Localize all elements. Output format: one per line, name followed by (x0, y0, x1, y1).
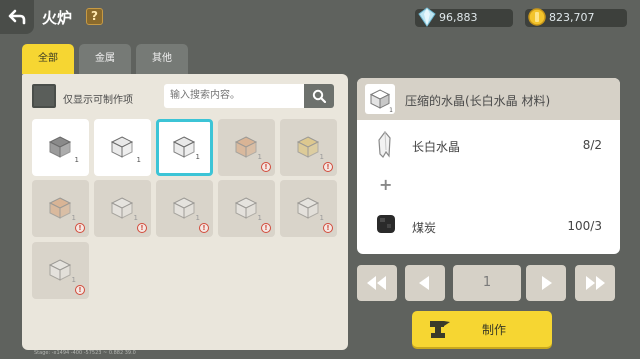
ingredient-name: 长白水晶 (412, 140, 461, 154)
item-slot[interactable]: 1 (94, 119, 151, 176)
item-count: 1 (74, 156, 79, 164)
coal-icon (377, 215, 395, 233)
item-count: 1 (257, 153, 262, 161)
item-block-icon (296, 197, 320, 219)
item-slot[interactable]: 1 (32, 119, 89, 176)
craft-button[interactable]: 制作 (412, 311, 552, 347)
recipe-result-count: 1 (389, 107, 393, 114)
item-slot[interactable]: 1! (218, 119, 275, 176)
item-block-icon (110, 197, 134, 219)
craftable-only-label: 仅显示可制作项 (63, 95, 133, 106)
page-number: 1 (453, 265, 521, 301)
double-left-arrow-icon (367, 276, 386, 290)
item-count: 1 (319, 214, 324, 222)
item-count: 1 (195, 214, 200, 222)
warning-icon: ! (137, 223, 147, 233)
top-bar: 火炉 ? 96,883 823,707 (0, 0, 640, 36)
item-count: 1 (136, 156, 141, 164)
item-block-icon (110, 136, 134, 158)
tab-other[interactable]: 其他 (136, 44, 188, 74)
warning-icon: ! (75, 223, 85, 233)
white-crystal-icon (378, 131, 391, 158)
left-arrow-icon (419, 276, 429, 290)
gold-amount: 823,707 (549, 11, 595, 24)
item-slot[interactable]: 1! (32, 242, 89, 299)
diamond-amount: 96,883 (439, 11, 478, 24)
item-count: 1 (319, 153, 324, 161)
item-count: 1 (71, 214, 76, 222)
prev-page-button[interactable] (405, 265, 445, 301)
diamond-counter: 96,883 (415, 7, 513, 27)
item-slot[interactable]: 1 (156, 119, 213, 176)
item-block-icon (296, 136, 320, 158)
warning-icon: ! (75, 285, 85, 295)
item-block-icon (172, 136, 196, 158)
item-slot[interactable]: 1! (218, 180, 275, 237)
ingredient-row: 煤炭 100/3 (357, 209, 620, 243)
item-slot[interactable]: 1! (280, 180, 337, 237)
ingredient-row: 长白水晶 8/2 (357, 128, 620, 162)
warning-icon: ! (323, 162, 333, 172)
last-page-button[interactable] (575, 265, 615, 301)
warning-icon: ! (199, 223, 209, 233)
item-slot[interactable]: 1! (94, 180, 151, 237)
stage-debug-text: Stage: -x1494 -400 -57523 ~ 0.882 39.0 (34, 350, 136, 356)
right-arrow-icon (542, 276, 552, 290)
ingredient-count: 100/3 (567, 219, 602, 233)
warning-icon: ! (323, 223, 333, 233)
item-slot[interactable]: 1! (280, 119, 337, 176)
page-title: 火炉 (42, 9, 73, 27)
ingredient-name: 煤炭 (412, 221, 437, 235)
first-page-button[interactable] (357, 265, 397, 301)
item-block-icon (48, 259, 72, 281)
plus-sign: + (379, 175, 393, 194)
item-count: 1 (71, 276, 76, 284)
item-count: 1 (257, 214, 262, 222)
recipe-result-slot: 1 (365, 84, 395, 114)
tab-all[interactable]: 全部 (22, 44, 74, 74)
tab-metal[interactable]: 金属 (79, 44, 131, 74)
gold-coin-icon (528, 8, 546, 26)
item-count: 1 (195, 153, 200, 161)
item-slot[interactable]: 1! (156, 180, 213, 237)
help-button[interactable]: ? (86, 8, 103, 25)
next-page-button[interactable] (526, 265, 566, 301)
back-button[interactable] (0, 0, 34, 34)
craft-label: 制作 (482, 323, 507, 337)
search-input[interactable] (164, 84, 304, 108)
item-block-icon (48, 136, 72, 158)
item-block-icon (172, 197, 196, 219)
search-icon (312, 89, 326, 103)
warning-icon: ! (261, 223, 271, 233)
ingredient-count: 8/2 (582, 138, 602, 152)
item-block-icon (234, 197, 258, 219)
item-slot[interactable]: 1! (32, 180, 89, 237)
recipe-detail-panel: 1 压缩的水晶(长白水晶 材料) 长白水晶 8/2 + 煤炭 100/3 (357, 78, 620, 254)
double-right-arrow-icon (586, 276, 605, 290)
anvil-icon (430, 321, 450, 338)
diamond-icon (418, 7, 436, 27)
recipe-title: 压缩的水晶(长白水晶 材料) (405, 94, 551, 108)
item-count: 1 (133, 214, 138, 222)
gold-counter: 823,707 (525, 8, 627, 27)
warning-icon: ! (261, 162, 271, 172)
search-button[interactable] (304, 84, 334, 108)
item-block-icon (48, 197, 72, 219)
item-block-icon (234, 136, 258, 158)
recipe-header: 1 压缩的水晶(长白水晶 材料) (357, 78, 620, 120)
craftable-only-checkbox[interactable] (32, 84, 56, 108)
back-arrow-icon (8, 9, 26, 25)
